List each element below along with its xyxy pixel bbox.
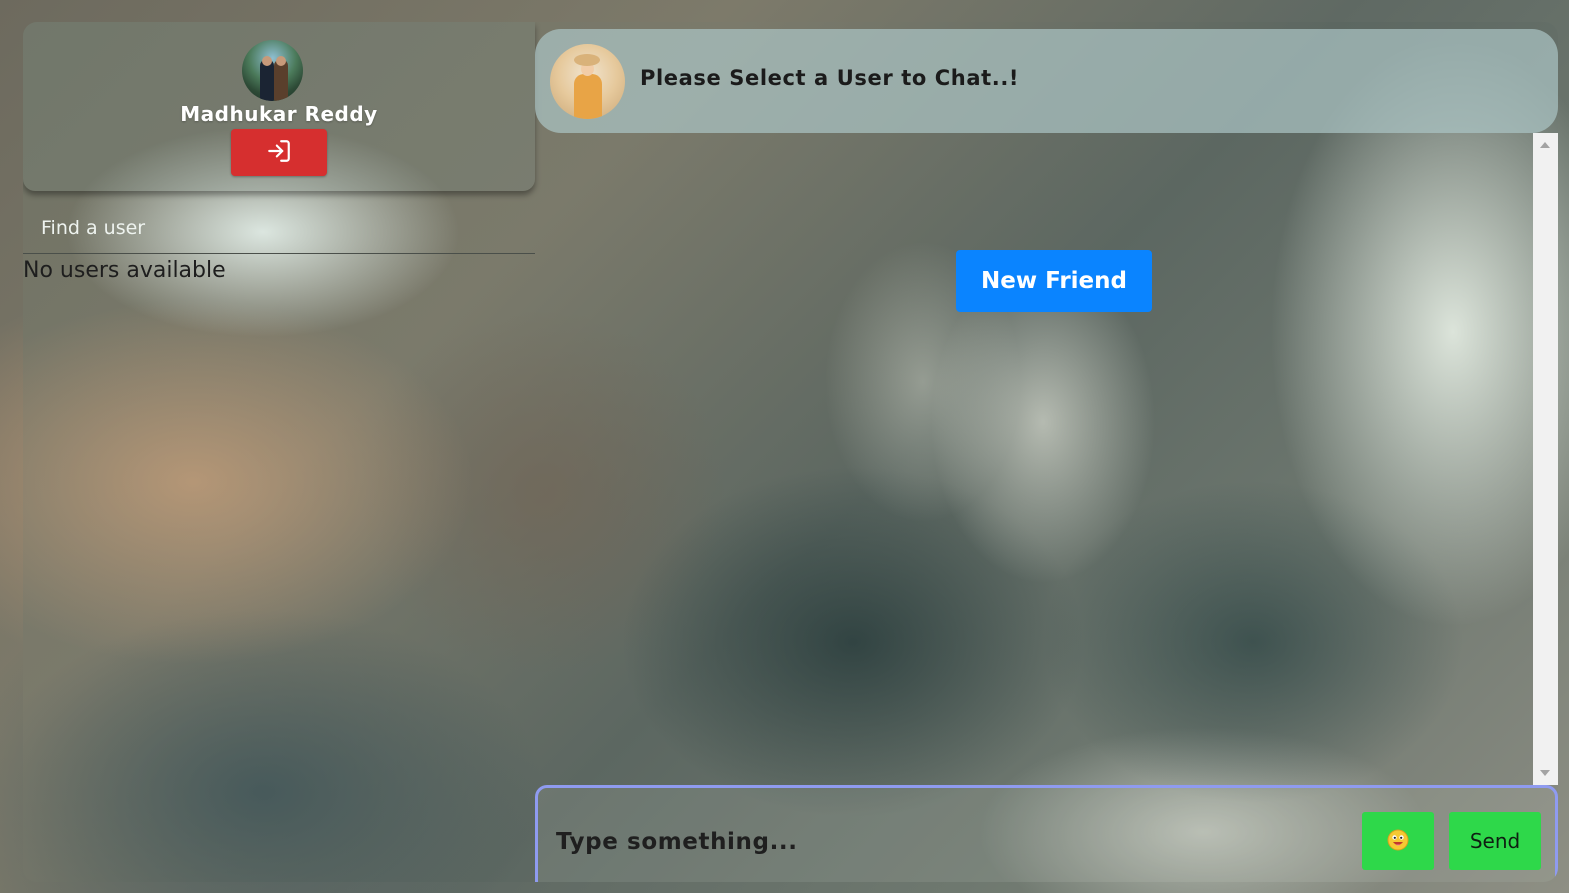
chat-header: Please Select a User to Chat..! [535,29,1558,133]
logout-button[interactable] [231,129,327,176]
user-search [23,204,535,254]
message-input[interactable] [554,818,1338,866]
scroll-up-arrow-icon[interactable] [1540,142,1550,148]
emoji-button[interactable] [1362,812,1434,870]
message-scrollbar[interactable] [1533,133,1558,785]
scroll-down-arrow-icon[interactable] [1540,770,1550,776]
empty-users-message: No users available [23,258,226,283]
send-button[interactable]: Send [1449,812,1541,870]
logout-icon [266,138,292,167]
chat-title: Please Select a User to Chat..! [640,66,1020,90]
avatar-figure-head [276,56,286,66]
chat-app: Madhukar Reddy No users available Ple [23,22,1558,882]
new-friend-button[interactable]: New Friend [956,250,1152,312]
avatar-figure-head [262,56,272,66]
message-area: New Friend [535,133,1533,785]
sidebar: Madhukar Reddy No users available [23,22,535,882]
avatar-figure [574,74,602,119]
user-name: Madhukar Reddy [180,102,378,126]
emoji-icon [1387,829,1409,854]
avatar-figure-hat [574,54,600,66]
friend-avatar[interactable] [550,44,625,119]
message-composer: Send [535,785,1558,882]
profile-card: Madhukar Reddy [23,22,535,191]
user-avatar[interactable] [242,40,303,101]
search-input[interactable] [23,204,535,252]
